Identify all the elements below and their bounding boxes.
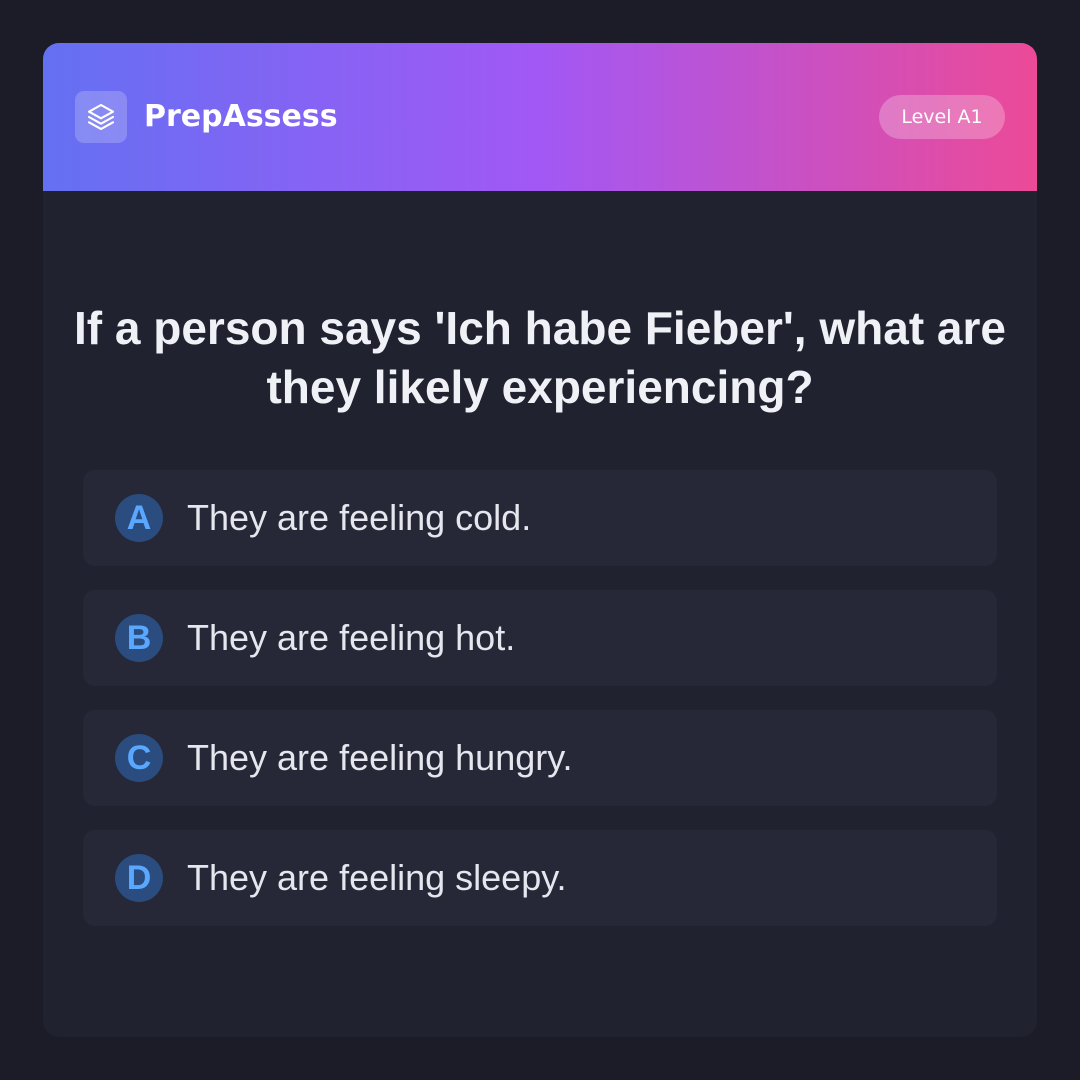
option-text: They are feeling hungry. [187, 737, 573, 778]
quiz-card: PrepAssess Level A1 If a person says 'Ic… [43, 43, 1037, 1037]
option-d[interactable]: D They are feeling sleepy. [83, 830, 997, 926]
option-text: They are feeling sleepy. [187, 857, 567, 898]
option-text: They are feeling cold. [187, 497, 532, 538]
option-b[interactable]: B They are feeling hot. [83, 590, 997, 686]
question-text: If a person says 'Ich habe Fieber', what… [74, 302, 1006, 413]
layers-icon [75, 91, 127, 143]
option-letter: B [115, 614, 163, 662]
brand-name: PrepAssess [144, 99, 338, 134]
app-header: PrepAssess Level A1 [43, 43, 1037, 191]
option-a[interactable]: A They are feeling cold. [83, 470, 997, 566]
option-letter: C [115, 734, 163, 782]
option-letter: A [115, 494, 163, 542]
level-badge: Level A1 [879, 95, 1005, 139]
option-text: They are feeling hot. [187, 617, 516, 658]
option-letter: D [115, 854, 163, 902]
option-c[interactable]: C They are feeling hungry. [83, 710, 997, 806]
